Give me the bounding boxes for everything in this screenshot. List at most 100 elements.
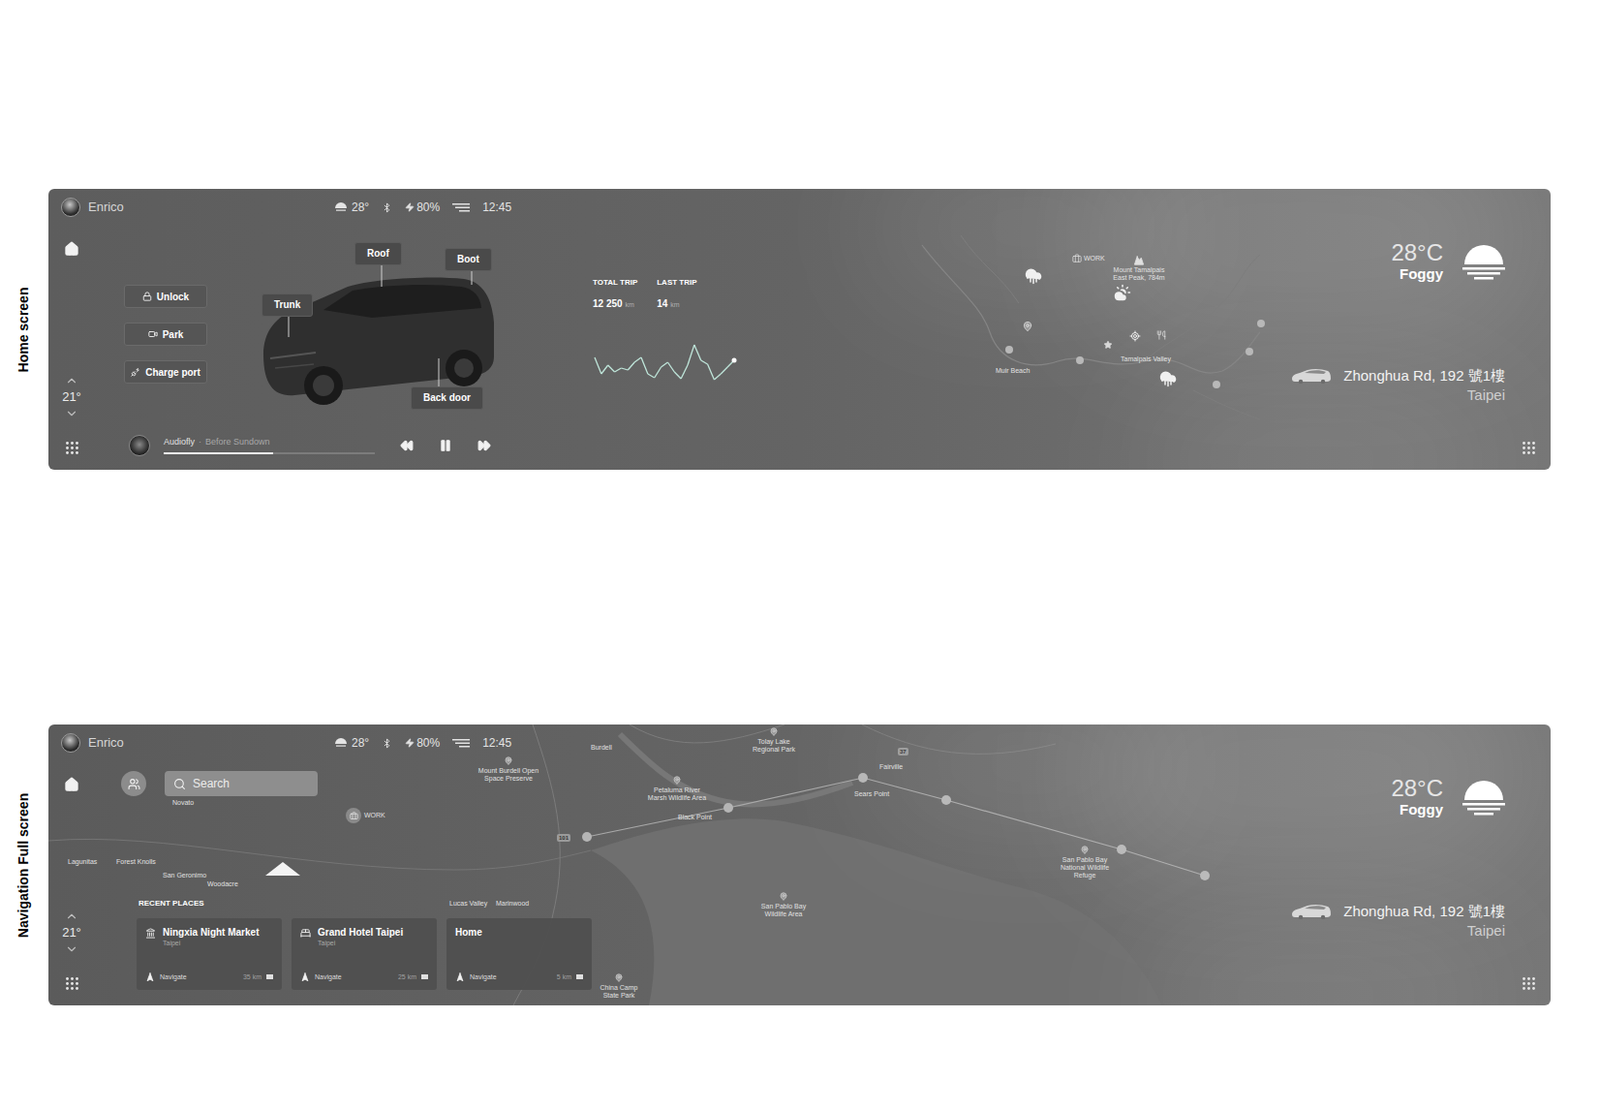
current-location-icon[interactable] bbox=[1129, 330, 1141, 342]
map-dot[interactable] bbox=[1257, 319, 1265, 328]
navigation-screen-row: Navigation Full screen Mount Burdell Open… bbox=[0, 724, 1600, 1006]
map-pin-icon[interactable] bbox=[779, 892, 789, 901]
recent-place-card[interactable]: Ningxia Night MarketTaipeiNavigate35 km bbox=[136, 918, 282, 990]
media-player: Audiofly·Before Sundown bbox=[128, 434, 739, 457]
temperature-up-icon[interactable] bbox=[64, 909, 79, 924]
trip-chart bbox=[592, 339, 739, 385]
car-location[interactable]: Zhonghua Rd, 192 號1樓Taipei bbox=[1291, 901, 1506, 941]
navigate-icon bbox=[300, 972, 310, 983]
vehicle-area: Unlock Park Charge port Roof Boot Trunk Back d… bbox=[94, 225, 739, 470]
trip-chart-segment bbox=[694, 344, 702, 361]
recent-place-card[interactable]: Grand Hotel TaipeiTaipeiNavigate25 km bbox=[291, 918, 437, 990]
route-stop[interactable] bbox=[858, 772, 868, 783]
place-status-mark bbox=[421, 974, 429, 980]
map-label: WORK bbox=[1083, 254, 1106, 263]
map-pin-icon[interactable] bbox=[673, 775, 682, 785]
place-distance: 5 km bbox=[556, 972, 572, 984]
map-pin-icon[interactable] bbox=[769, 727, 779, 737]
map-pin-icon[interactable] bbox=[504, 756, 514, 766]
map-pin-icon[interactable] bbox=[1080, 845, 1090, 855]
trip-stat-label: TOTAL TRIP bbox=[592, 277, 638, 288]
route-stop[interactable] bbox=[582, 831, 592, 842]
place-name: Home bbox=[455, 926, 483, 939]
car-control-button[interactable]: Charge port bbox=[123, 360, 208, 384]
temperature-up-icon[interactable] bbox=[64, 373, 79, 388]
user-avatar bbox=[61, 733, 81, 753]
car-control-label: Park bbox=[162, 327, 185, 342]
trip-stats: TOTAL TRIP12 250kmLAST TRIP14km bbox=[592, 225, 739, 415]
route-stop[interactable] bbox=[723, 802, 734, 813]
place-action[interactable]: Navigate bbox=[314, 972, 342, 984]
work-icon[interactable] bbox=[1072, 253, 1082, 264]
place-distance: 25 km bbox=[398, 972, 417, 984]
rewind-icon[interactable] bbox=[400, 438, 414, 453]
search-input[interactable] bbox=[192, 774, 309, 793]
home-icon[interactable] bbox=[63, 241, 80, 257]
map-dot[interactable] bbox=[1245, 347, 1254, 356]
fast-forward-icon[interactable] bbox=[477, 438, 492, 453]
temperature-down-icon[interactable] bbox=[64, 406, 79, 421]
user-profile[interactable]: Enrico bbox=[61, 197, 336, 217]
apps-grid-icon[interactable] bbox=[1522, 977, 1536, 990]
apps-grid-icon[interactable] bbox=[65, 441, 79, 455]
trip-chart-point bbox=[732, 358, 738, 364]
home-screen-panel: Enrico28°80%12:4521°UnlockParkCharge por… bbox=[48, 188, 1551, 470]
album-art[interactable] bbox=[128, 434, 151, 457]
search-field[interactable] bbox=[164, 770, 318, 797]
car-part-label[interactable]: Trunk bbox=[261, 293, 313, 317]
rain-cloud-icon bbox=[1024, 267, 1043, 285]
cabin-temperature[interactable]: 21° bbox=[61, 909, 82, 956]
map-label: Muir Beach bbox=[995, 367, 1030, 375]
user-profile[interactable]: Enrico bbox=[61, 733, 336, 753]
work-pin[interactable] bbox=[345, 807, 362, 824]
trip-chart-segment bbox=[594, 357, 602, 374]
map-dot[interactable] bbox=[1076, 356, 1084, 365]
car-view[interactable]: Roof Boot Trunk Back door bbox=[255, 240, 498, 415]
car-part-label[interactable]: Back door bbox=[410, 386, 484, 410]
map-dot[interactable] bbox=[1212, 380, 1221, 389]
car-icon bbox=[1291, 368, 1332, 384]
car-control-button[interactable]: Park bbox=[123, 322, 208, 346]
track-progress[interactable] bbox=[163, 452, 375, 455]
rain-cloud-icon bbox=[1159, 369, 1177, 388]
map-pin-icon[interactable] bbox=[615, 973, 624, 983]
work-icon bbox=[349, 811, 359, 821]
weather-icon bbox=[335, 202, 347, 213]
apps-grid-icon[interactable] bbox=[1522, 441, 1536, 455]
track-progress-fill bbox=[163, 452, 274, 455]
pause-icon[interactable] bbox=[438, 438, 453, 453]
screen-label: Navigation Full screen bbox=[14, 792, 35, 937]
car-part-label[interactable]: Boot bbox=[444, 247, 493, 272]
weather-widget[interactable]: 28°CFoggy bbox=[1390, 774, 1506, 819]
navigate-icon bbox=[455, 972, 465, 983]
home-icon[interactable] bbox=[63, 776, 80, 793]
user-name: Enrico bbox=[88, 733, 124, 753]
outside-temperature: 28° bbox=[335, 198, 370, 216]
weather-widget[interactable]: 28°CFoggy bbox=[1390, 239, 1506, 283]
mini-map[interactable]: WORKMount Tamalpais East Peak, 784mTamal… bbox=[738, 225, 1261, 470]
navigate-icon bbox=[145, 972, 155, 983]
favorite-icon[interactable] bbox=[1104, 340, 1113, 350]
map-label: Mount Burdell Open Space Preserve bbox=[477, 767, 540, 783]
recent-place-card[interactable]: Home Navigate 5 km bbox=[446, 918, 592, 990]
page: Home screenEnrico28°80%12:4521°UnlockPar… bbox=[0, 0, 1600, 1110]
location-address: Zhonghua Rd, 192 號1樓 bbox=[1343, 366, 1506, 386]
sun-cloud-icon bbox=[1113, 283, 1132, 302]
cabin-temperature[interactable]: 21° bbox=[61, 373, 82, 421]
map-pin-icon[interactable] bbox=[1022, 321, 1034, 333]
temperature-down-icon[interactable] bbox=[64, 942, 79, 956]
trip-chart-segment bbox=[654, 367, 662, 378]
profiles-button[interactable] bbox=[121, 770, 147, 797]
apps-grid-icon[interactable] bbox=[65, 977, 79, 990]
trip-chart-segment bbox=[720, 367, 728, 374]
info-column: 28°CFoggy Zhonghua Rd, 192 號1樓Taipei bbox=[1260, 761, 1551, 1006]
restaurant-icon[interactable] bbox=[1156, 330, 1167, 340]
car-control-button[interactable]: Unlock bbox=[123, 284, 208, 308]
map-label: Woodacre bbox=[207, 880, 239, 889]
place-action[interactable]: Navigate bbox=[469, 972, 497, 984]
place-action[interactable]: Navigate bbox=[159, 972, 187, 984]
map-dot[interactable] bbox=[1005, 345, 1014, 354]
cloud bbox=[872, 724, 1183, 831]
car-part-label[interactable]: Roof bbox=[354, 242, 402, 266]
car-location[interactable]: Zhonghua Rd, 192 號1樓Taipei bbox=[1291, 366, 1506, 405]
